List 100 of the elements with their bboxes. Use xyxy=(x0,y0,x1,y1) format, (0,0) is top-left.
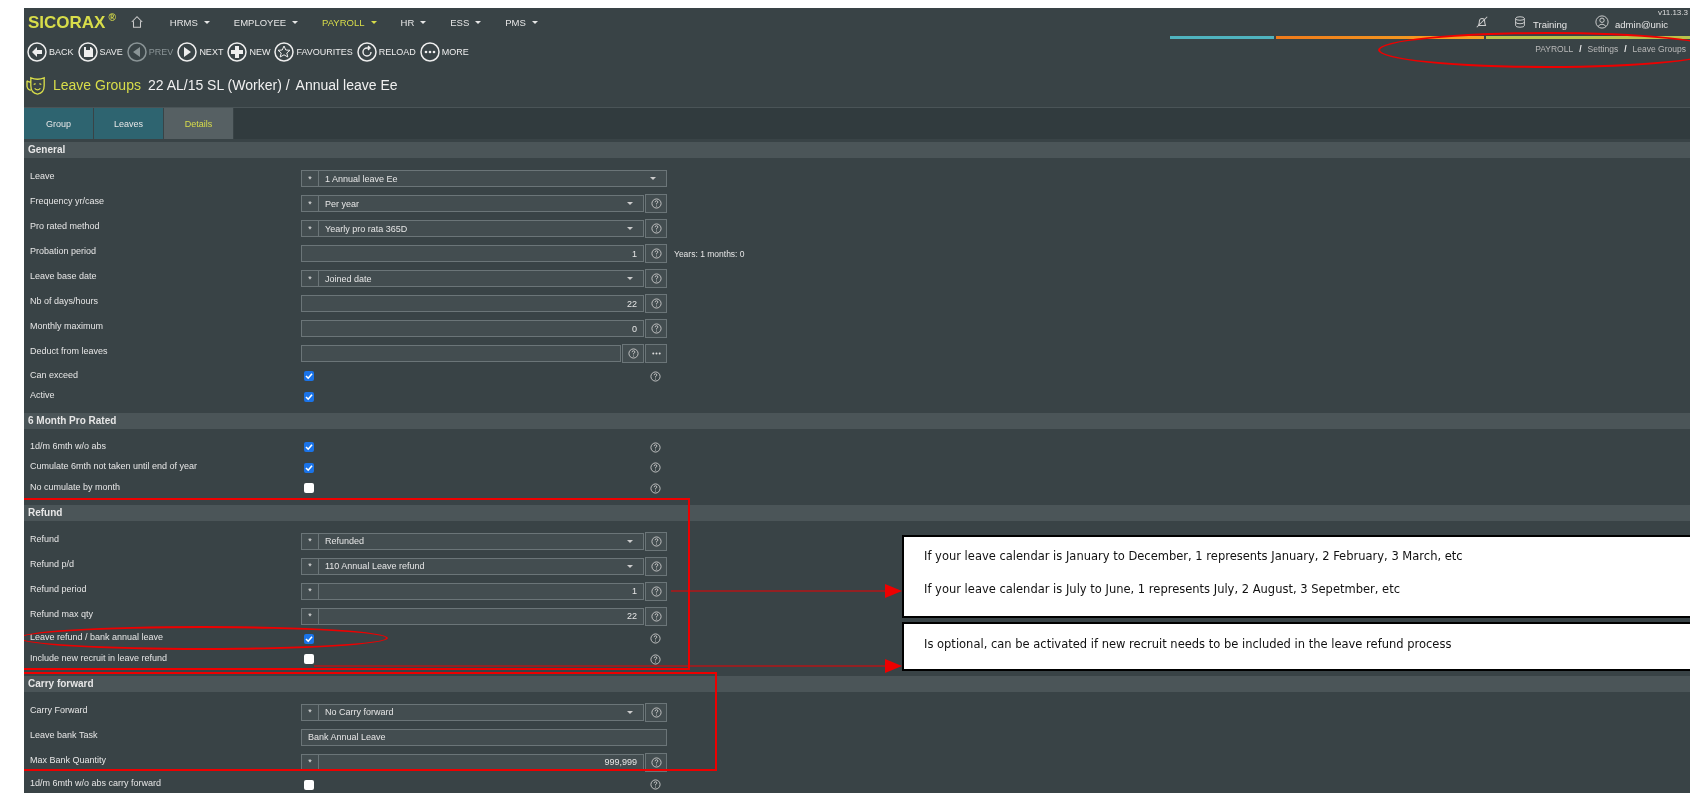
toolbar-button[interactable]: NEXT xyxy=(177,41,228,62)
help-icon xyxy=(650,535,662,547)
toolbar-button[interactable]: NEW xyxy=(227,41,275,62)
checkbox[interactable] xyxy=(304,462,314,473)
menu-item[interactable]: PMS xyxy=(505,16,538,28)
help-icon xyxy=(650,706,662,718)
help-button[interactable] xyxy=(645,244,667,263)
toolbar-button[interactable]: FAVOURITES xyxy=(274,41,357,62)
dropdown[interactable]: * Per year xyxy=(301,195,644,212)
help-button[interactable] xyxy=(645,556,667,576)
user-icon xyxy=(1595,15,1610,29)
input-field[interactable]: 22 xyxy=(301,295,644,312)
help-button[interactable] xyxy=(645,702,667,722)
help-icon xyxy=(650,198,662,209)
help-button[interactable] xyxy=(645,219,667,238)
field-label: Refund p/d xyxy=(29,558,76,569)
field-label: Pro rated method xyxy=(29,221,101,231)
notification-off-icon[interactable] xyxy=(1475,15,1490,29)
dropdown[interactable]: * No Carry forward xyxy=(301,703,644,721)
field-label: Leave xyxy=(29,171,56,181)
reload-icon xyxy=(356,41,377,62)
field-label: Refund max qty xyxy=(29,608,95,619)
help-icon[interactable] xyxy=(650,482,661,494)
section-header: Refund xyxy=(24,504,1690,521)
breadcrumb-link[interactable]: Leave Groups xyxy=(1632,44,1686,54)
help-icon[interactable] xyxy=(650,441,661,453)
help-icon xyxy=(650,248,662,259)
input-field[interactable]: * 1 xyxy=(301,582,644,600)
plus-icon xyxy=(227,41,248,62)
help-button[interactable] xyxy=(622,344,644,363)
menu-item[interactable]: PAYROLL xyxy=(322,16,377,28)
dropdown[interactable]: * Yearly pro rata 365D xyxy=(301,220,644,237)
checkbox[interactable] xyxy=(304,391,314,402)
tab[interactable]: Leaves xyxy=(94,108,164,139)
tab[interactable]: Details xyxy=(164,108,234,139)
field-label: Frequency yr/case xyxy=(29,196,106,206)
breadcrumb-separator: / xyxy=(1624,44,1627,54)
toolbar-button[interactable]: RELOAD xyxy=(356,41,420,62)
menu-item[interactable]: EMPLOYEE xyxy=(233,16,299,28)
environment-label[interactable]: Training xyxy=(1533,18,1568,30)
field-label: Nb of days/hours xyxy=(29,296,100,306)
field-label: Refund xyxy=(29,533,61,544)
help-icon[interactable] xyxy=(650,462,661,474)
field-label: Carry Forward xyxy=(29,704,89,715)
callout-text: If your leave calendar is July to June, 1 represents July, 2 August, 3 Sepetmber, etc xyxy=(924,582,1401,596)
field-label: No cumulate by month xyxy=(29,481,122,492)
breadcrumb-link[interactable]: PAYROLL xyxy=(1535,44,1574,54)
help-button[interactable] xyxy=(645,194,667,213)
help-button[interactable] xyxy=(645,531,667,551)
input-field[interactable]: 1 xyxy=(301,245,644,262)
toolbar-button[interactable]: BACK xyxy=(27,41,78,62)
checkbox[interactable] xyxy=(304,654,314,665)
dropdown[interactable]: * Refunded xyxy=(301,532,644,550)
field-label: Probation period xyxy=(29,246,98,256)
database-icon xyxy=(1513,15,1528,29)
input-field[interactable] xyxy=(301,345,621,362)
page-title: Leave Groups xyxy=(53,77,141,93)
input-field[interactable]: * 22 xyxy=(301,607,644,625)
home-icon[interactable] xyxy=(129,15,144,29)
dropdown[interactable]: * Joined date xyxy=(301,270,644,287)
next-icon xyxy=(177,41,198,62)
checkbox[interactable] xyxy=(304,779,314,790)
help-icon[interactable] xyxy=(650,370,661,382)
checkbox[interactable] xyxy=(304,442,314,453)
checkbox[interactable] xyxy=(304,483,314,494)
breadcrumb-separator: / xyxy=(1579,44,1582,54)
help-icon[interactable] xyxy=(650,779,661,791)
toolbar-button[interactable]: MORE xyxy=(419,41,473,62)
checkbox[interactable] xyxy=(304,633,314,644)
menu-item[interactable]: HR xyxy=(400,16,427,28)
help-icon xyxy=(650,323,662,334)
field-label: Leave bank Task xyxy=(29,729,99,740)
tab[interactable]: Group xyxy=(24,108,94,139)
help-icon[interactable] xyxy=(650,653,661,665)
menu-item[interactable]: ESS xyxy=(450,16,482,28)
toolbar-button[interactable]: SAVE xyxy=(77,41,127,62)
help-button[interactable] xyxy=(645,319,667,338)
dropdown[interactable]: * 1 Annual leave Ee xyxy=(301,170,667,187)
more-button[interactable] xyxy=(645,344,667,363)
help-button[interactable] xyxy=(645,269,667,288)
field-label: Leave base date xyxy=(29,271,98,281)
section-header: General xyxy=(24,142,1690,158)
field-label: Refund period xyxy=(29,583,88,594)
input-field[interactable]: Bank Annual Leave xyxy=(301,728,667,746)
input-field[interactable]: 0 xyxy=(301,320,644,337)
checkbox[interactable] xyxy=(304,371,314,382)
user-name[interactable]: admin@unic xyxy=(1615,18,1668,30)
help-button[interactable] xyxy=(645,581,667,601)
field-label: 1d/m 6mth w/o abs carry forward xyxy=(29,778,163,789)
app-logo[interactable]: SICORAX $^{®}$ xyxy=(28,11,116,33)
help-icon xyxy=(650,756,662,768)
menu-item[interactable]: HRMS xyxy=(169,16,210,28)
section-header: 6 Month Pro Rated xyxy=(24,413,1690,429)
field-label: Leave refund / bank annual leave xyxy=(29,632,165,643)
record-subtitle: Annual leave Ee xyxy=(295,77,398,93)
help-icon[interactable] xyxy=(650,633,661,645)
breadcrumb-link[interactable]: Settings xyxy=(1587,44,1619,54)
help-button[interactable] xyxy=(645,606,667,626)
dropdown[interactable]: * 110 Annual Leave refund xyxy=(301,557,644,575)
help-button[interactable] xyxy=(645,294,667,313)
